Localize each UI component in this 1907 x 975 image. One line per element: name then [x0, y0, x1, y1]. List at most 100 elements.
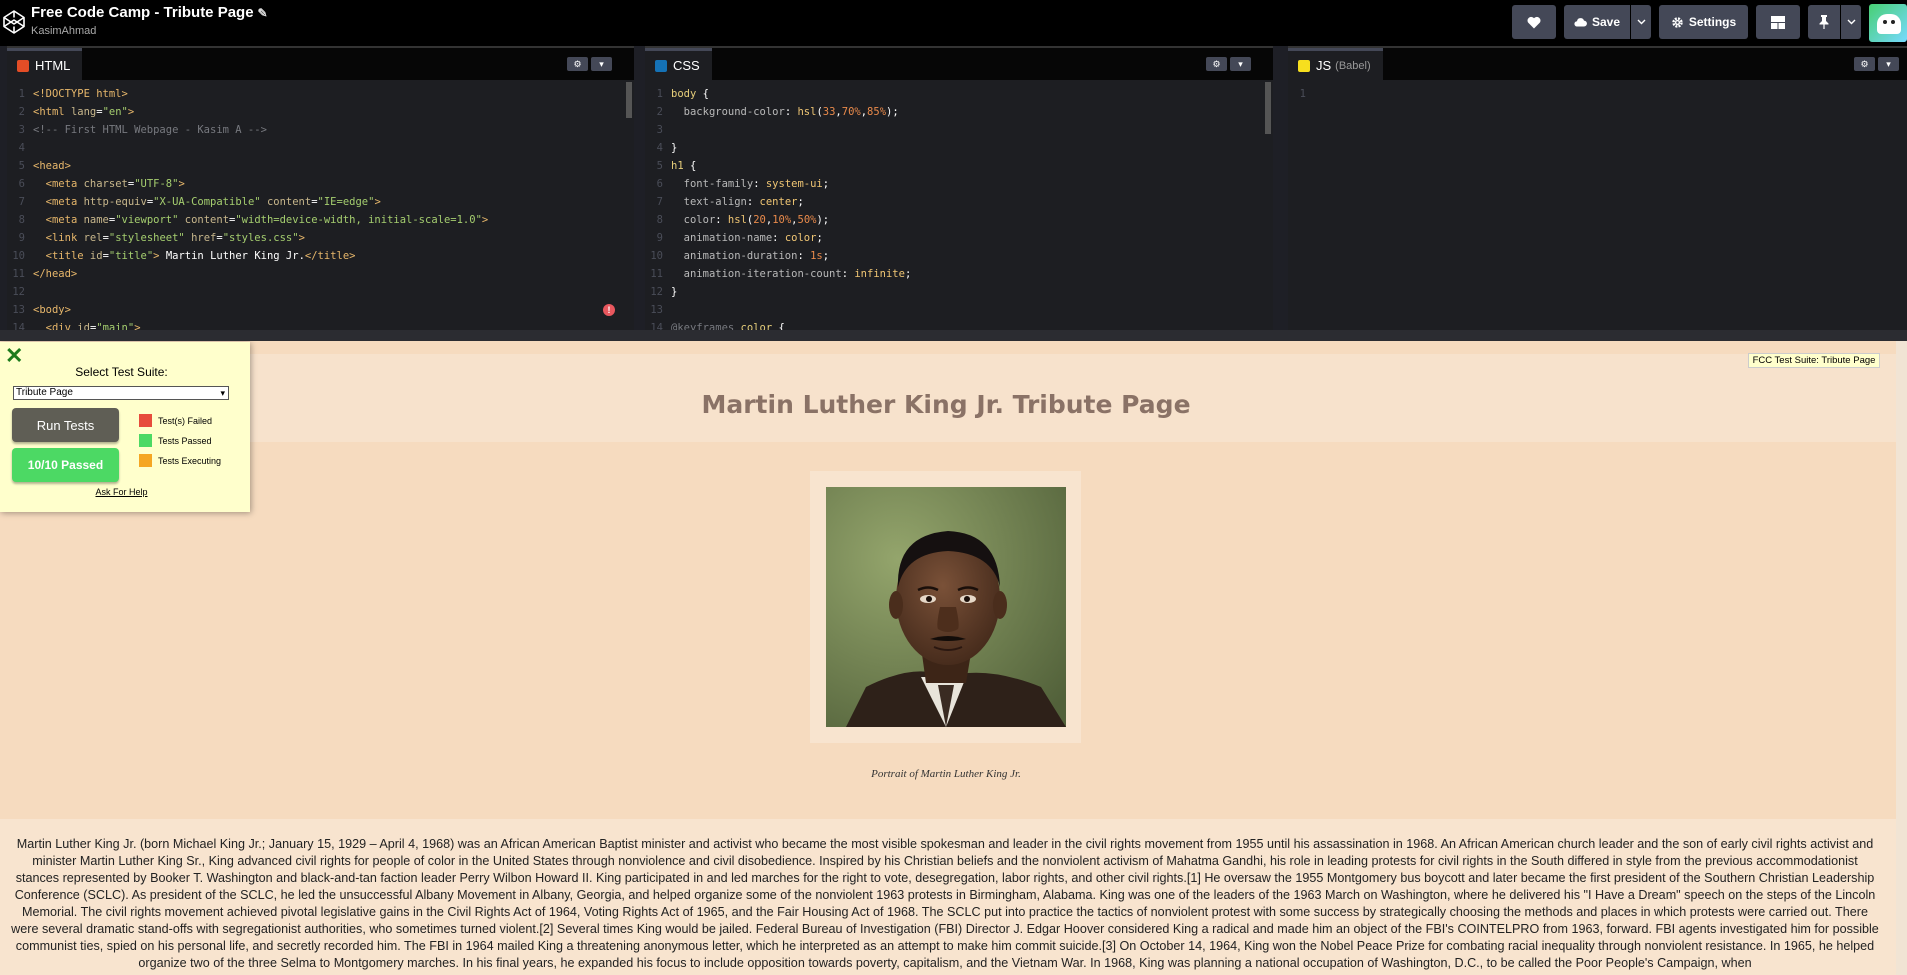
code-line[interactable]: 10 <title id="title"> Martin Luther King…: [7, 247, 634, 265]
css-scrollbar[interactable]: [1265, 82, 1271, 134]
run-tests-button[interactable]: Run Tests: [12, 408, 119, 442]
code-line[interactable]: 4}: [645, 139, 1273, 157]
code-line[interactable]: 11 animation-iteration-count: infinite;: [645, 265, 1273, 283]
css-collapse-button[interactable]: ▾: [1230, 57, 1251, 71]
error-icon[interactable]: !: [603, 304, 615, 316]
preview-resizer[interactable]: [0, 330, 1907, 341]
js-code[interactable]: 1: [1288, 80, 1907, 330]
code-line[interactable]: 10 animation-duration: 1s;: [645, 247, 1273, 265]
js-editor[interactable]: JS (Babel) ⚙ ▾ 1: [1288, 46, 1907, 330]
code-line[interactable]: 9 <link rel="stylesheet" href="styles.cs…: [7, 229, 634, 247]
code-line[interactable]: 11 </head>: [7, 265, 634, 283]
code-line[interactable]: 8 color: hsl(20,10%,50%);: [645, 211, 1273, 229]
code-text: <link rel="stylesheet" href="styles.css"…: [45, 232, 305, 244]
preview-scrollbar[interactable]: [1896, 341, 1907, 975]
html-scrollbar[interactable]: [626, 82, 632, 118]
tab-js[interactable]: JS (Babel): [1288, 48, 1383, 80]
top-bar: Free Code Camp - Tribute Page ✎ KasimAhma…: [0, 0, 1907, 46]
gear-icon: [1672, 16, 1683, 28]
code-line[interactable]: 5 <head>: [7, 157, 634, 175]
user-avatar[interactable]: [1869, 4, 1907, 42]
html-editor-header: HTML ⚙ ▾: [7, 48, 634, 80]
save-options-button[interactable]: [1631, 5, 1651, 39]
code-text: <meta http-equiv="X-UA-Compatible" conte…: [45, 196, 381, 208]
editor-area: HTML ⚙ ▾ 1 <!DOCTYPE html> 2 <html lang="en…: [0, 46, 1907, 330]
page-title: Martin Luther King Jr. Tribute Page: [701, 390, 1191, 419]
code-line[interactable]: 3: [645, 121, 1273, 139]
pin-button[interactable]: [1808, 5, 1840, 39]
code-line[interactable]: 4: [7, 139, 634, 157]
code-line[interactable]: 3 <!-- First HTML Webpage - Kasim A -->: [7, 121, 634, 139]
gear-icon: ⚙: [573, 58, 582, 69]
pen-title[interactable]: Free Code Camp - Tribute Page ✎: [31, 4, 268, 21]
css-editor[interactable]: CSS ⚙ ▾ 1 body {2 background-color: hsl(3…: [645, 46, 1273, 330]
line-number: 13: [12, 304, 25, 316]
code-line[interactable]: 1 body {: [645, 85, 1273, 103]
code-line[interactable]: 13: [645, 301, 1273, 319]
codepen-logo-icon[interactable]: [2, 9, 26, 35]
code-line[interactable]: 13 <body>: [7, 301, 634, 319]
ask-for-help-link[interactable]: Ask For Help: [0, 487, 243, 497]
chevron-down-icon: [1847, 19, 1855, 25]
code-text: h1 {: [671, 160, 697, 172]
code-text: <!DOCTYPE html>: [33, 88, 128, 100]
gear-icon: ⚙: [1212, 58, 1221, 69]
tab-css[interactable]: CSS: [645, 48, 712, 80]
code-line[interactable]: 1: [1288, 85, 1907, 103]
code-text: <body>: [33, 304, 71, 316]
legend-passed: Tests Passed: [139, 434, 212, 447]
settings-button[interactable]: Settings: [1659, 5, 1748, 39]
pencil-icon[interactable]: ✎: [258, 6, 268, 20]
code-line[interactable]: 2 background-color: hsl(33,70%,85%);: [645, 103, 1273, 121]
line-number: 4: [18, 142, 25, 154]
css-settings-button[interactable]: ⚙: [1206, 57, 1227, 71]
line-number: 13: [650, 304, 663, 316]
line-number: 14: [650, 322, 663, 330]
code-line[interactable]: 14 <div id="main">: [7, 319, 634, 330]
code-line[interactable]: 5 h1 {: [645, 157, 1273, 175]
change-view-button[interactable]: [1756, 5, 1800, 39]
html-editor[interactable]: HTML ⚙ ▾ 1 <!DOCTYPE html> 2 <html lang="en…: [7, 46, 634, 330]
pen-title-text: Free Code Camp - Tribute Page: [31, 4, 254, 21]
line-number: 14: [12, 322, 25, 330]
code-line[interactable]: 7 <meta http-equiv="X-UA-Compatible" con…: [7, 193, 634, 211]
code-line[interactable]: 12: [7, 283, 634, 301]
code-line[interactable]: 7 text-align: center;: [645, 193, 1273, 211]
html-settings-button[interactable]: ⚙: [567, 57, 588, 71]
line-number: 6: [656, 178, 663, 190]
fcc-test-suite-badge[interactable]: FCC Test Suite: Tribute Page: [1748, 353, 1880, 368]
save-button[interactable]: Save: [1564, 5, 1630, 39]
test-suite-select-value: Tribute Page: [16, 387, 73, 398]
code-line[interactable]: 12}: [645, 283, 1273, 301]
pen-author[interactable]: KasimAhmad: [31, 25, 96, 37]
code-text: animation-iteration-count: infinite;: [683, 268, 912, 280]
save-label: Save: [1591, 15, 1621, 29]
html-collapse-button[interactable]: ▾: [591, 57, 612, 71]
line-number: 8: [18, 214, 25, 226]
tab-js-sub: (Babel): [1335, 59, 1371, 72]
test-suite-select[interactable]: Tribute Page ▾: [13, 386, 229, 400]
tab-html[interactable]: HTML: [7, 48, 83, 80]
js-settings-button[interactable]: ⚙: [1854, 57, 1875, 71]
tab-html-label: HTML: [35, 58, 71, 73]
code-line[interactable]: 14 @keyframes color {: [645, 319, 1273, 330]
line-number: 4: [656, 142, 663, 154]
tests-passed-button[interactable]: 10/10 Passed: [12, 448, 119, 482]
css-code[interactable]: 1 body {2 background-color: hsl(33,70%,85…: [645, 80, 1273, 330]
line-number: 9: [18, 232, 25, 244]
close-icon[interactable]: ✕: [5, 345, 23, 367]
js-collapse-button[interactable]: ▾: [1878, 57, 1899, 71]
chevron-down-icon: ▾: [1238, 58, 1243, 69]
chevron-down-icon: ▾: [220, 388, 225, 398]
code-text: animation-name: color;: [683, 232, 823, 244]
code-line[interactable]: 6 font-family: system-ui;: [645, 175, 1273, 193]
html-code[interactable]: 1 <!DOCTYPE html> 2 <html lang="en"> 3 <!-- F…: [7, 80, 634, 330]
pin-options-button[interactable]: [1841, 5, 1861, 39]
settings-label: Settings: [1688, 15, 1737, 29]
code-line[interactable]: 9 animation-name: color;: [645, 229, 1273, 247]
code-line[interactable]: 8 <meta name="viewport" content="width=d…: [7, 211, 634, 229]
code-line[interactable]: 2 <html lang="en">: [7, 103, 634, 121]
love-button[interactable]: [1512, 5, 1556, 39]
code-line[interactable]: 1 <!DOCTYPE html>: [7, 85, 634, 103]
code-line[interactable]: 6 <meta charset="UTF-8">: [7, 175, 634, 193]
